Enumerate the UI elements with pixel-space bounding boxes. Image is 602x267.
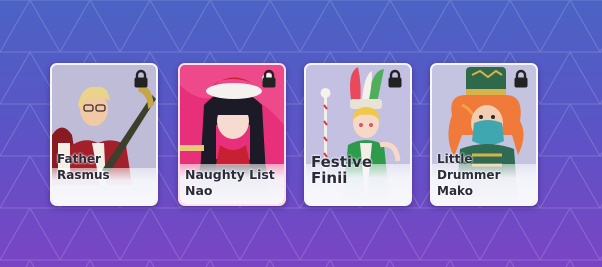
character-card-festive-finii[interactable]: Festive Finii	[304, 63, 412, 206]
padlock-icon	[262, 69, 276, 88]
character-name: Festive Finii	[311, 153, 373, 187]
character-name: Naughty List Nao	[185, 167, 275, 198]
padlock-icon	[388, 69, 402, 88]
character-card-father-rasmus[interactable]: Father Rasmus	[50, 63, 158, 206]
character-card-little-drummer-mako[interactable]: Little Drummer Mako	[430, 63, 538, 206]
character-name: Father Rasmus	[57, 152, 110, 182]
padlock-icon	[514, 69, 528, 88]
character-name: Little Drummer Mako	[437, 152, 501, 198]
character-card-naughty-list-nao[interactable]: Naughty List Nao	[178, 63, 286, 206]
padlock-icon	[134, 69, 148, 88]
